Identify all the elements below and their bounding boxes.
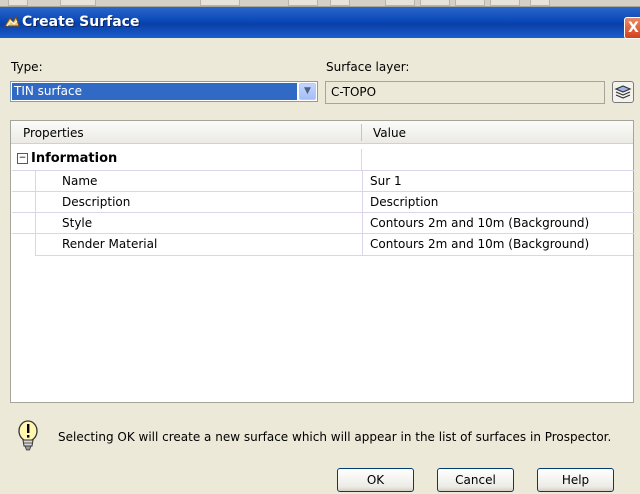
- table-row[interactable]: Name Sur 1: [12, 170, 634, 192]
- property-name: Render Material: [62, 237, 158, 251]
- layer-select-button[interactable]: [612, 81, 634, 103]
- ok-button[interactable]: OK: [337, 468, 414, 492]
- property-value[interactable]: Contours 2m and 10m (Background): [370, 216, 589, 230]
- cancel-button[interactable]: Cancel: [437, 468, 514, 492]
- background-toolbar: [0, 0, 640, 7]
- group-label: Information: [31, 151, 118, 166]
- property-name: Name: [62, 174, 98, 188]
- collapse-icon[interactable]: −: [17, 153, 28, 164]
- property-value[interactable]: Description: [370, 195, 438, 209]
- cell-divider: [362, 171, 363, 192]
- type-label: Type:: [11, 60, 43, 74]
- layers-icon: [614, 85, 632, 99]
- property-value[interactable]: Sur 1: [370, 174, 402, 188]
- property-value[interactable]: Contours 2m and 10m (Background): [370, 237, 589, 251]
- table-row[interactable]: Render Material Contours 2m and 10m (Bac…: [12, 233, 634, 255]
- type-dropdown[interactable]: TIN surface ▼: [10, 81, 318, 102]
- table-row[interactable]: Style Contours 2m and 10m (Background): [12, 212, 634, 234]
- surface-layer-label: Surface layer:: [326, 60, 410, 74]
- cell-divider: [362, 213, 363, 234]
- chevron-down-icon[interactable]: ▼: [299, 83, 316, 100]
- dialog-title: Create Surface: [22, 14, 140, 30]
- surface-app-icon: [4, 15, 20, 27]
- grid-header: Properties Value: [11, 121, 633, 144]
- group-row-information[interactable]: − Information: [11, 149, 633, 170]
- title-bar: Create Surface X: [0, 7, 640, 39]
- type-dropdown-value: TIN surface: [12, 83, 297, 100]
- cell-divider: [362, 234, 363, 255]
- surface-layer-field[interactable]: C-TOPO: [325, 81, 605, 104]
- info-message: Selecting OK will create a new surface w…: [58, 430, 612, 444]
- close-button[interactable]: X: [624, 17, 640, 39]
- cell-divider: [362, 192, 363, 213]
- help-button[interactable]: Help: [537, 468, 614, 492]
- properties-grid: Properties Value − Information Name Sur …: [10, 120, 634, 403]
- property-name: Style: [62, 216, 93, 230]
- cell-divider: [361, 149, 362, 170]
- column-divider[interactable]: [361, 124, 362, 141]
- lightbulb-icon: [18, 420, 38, 451]
- table-row[interactable]: Description Description: [12, 191, 634, 213]
- value-column-header[interactable]: Value: [373, 126, 406, 140]
- property-rows: Name Sur 1 Description Description Style…: [12, 170, 634, 256]
- properties-column-header[interactable]: Properties: [23, 126, 84, 140]
- property-name: Description: [62, 195, 131, 209]
